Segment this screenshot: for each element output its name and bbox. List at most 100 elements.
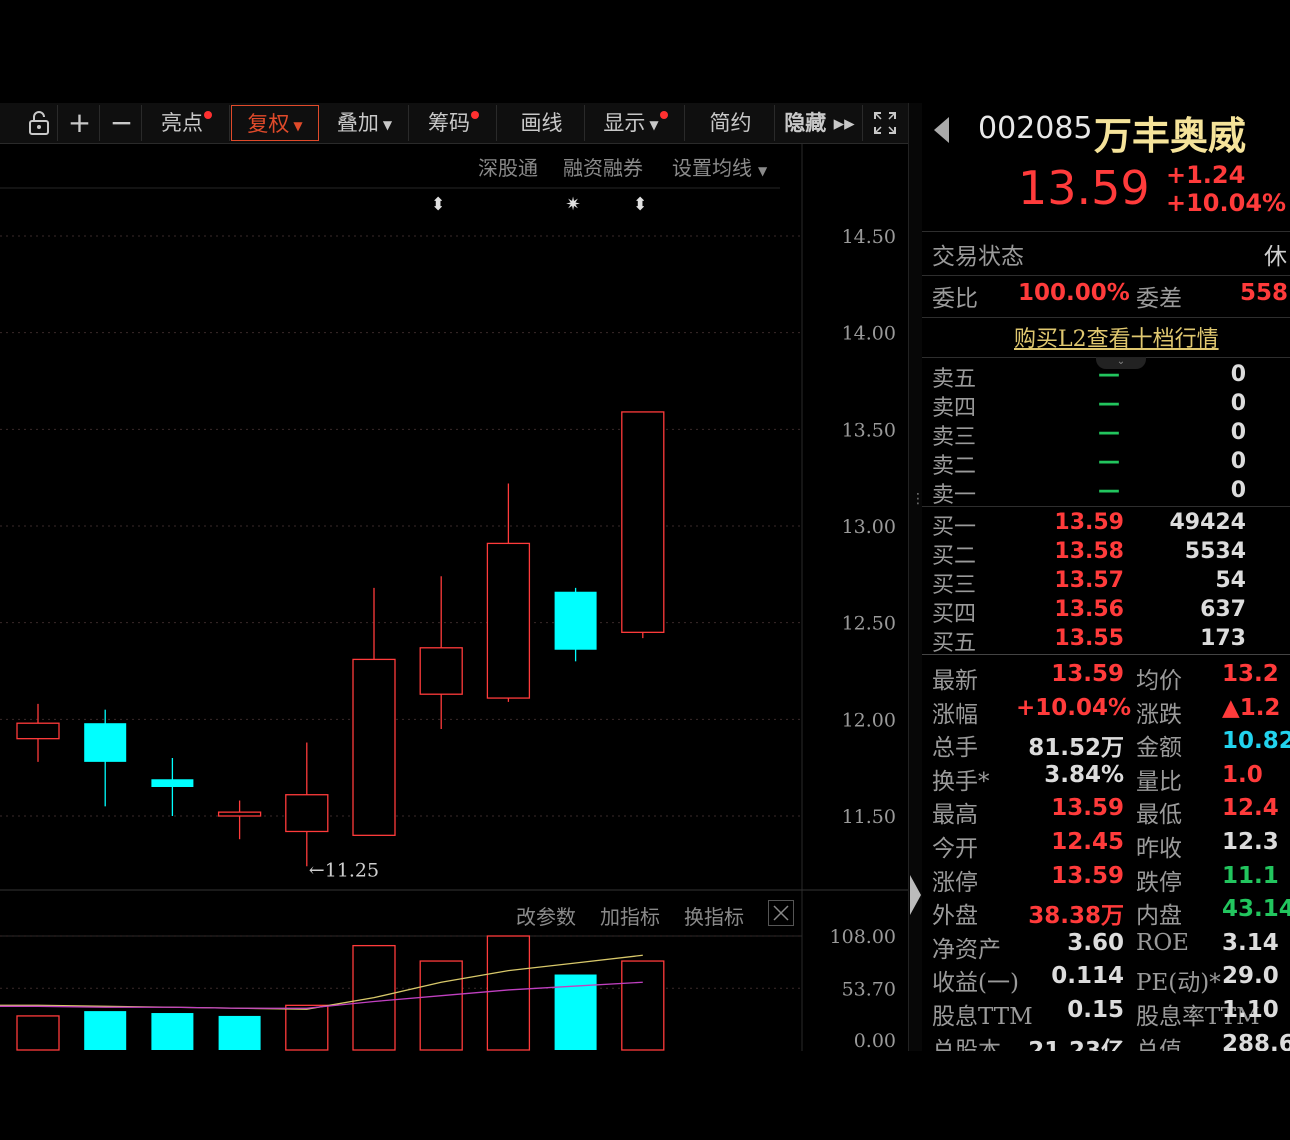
- level-volume: 0: [1230, 420, 1246, 445]
- divider: [922, 506, 1290, 507]
- volume-bar: [621, 960, 665, 1051]
- level-label: 卖一: [932, 483, 977, 508]
- min-price-label: ←11.25: [309, 859, 379, 881]
- level-label: 卖三: [932, 425, 977, 450]
- stat-label: ROE: [1136, 929, 1189, 956]
- stats-row: 股息TTM 0.15 股息率TTM 1.10: [922, 997, 1290, 1030]
- simple-mode-button[interactable]: 简约: [687, 105, 775, 141]
- stock-name: 万丰奥威: [1094, 114, 1247, 158]
- candle-body: [217, 811, 262, 817]
- chart-area: 深股通 融资融券 设置均线 ▼ 14.50 14.00 13.50 13.00 12.50…: [0, 144, 908, 1051]
- sell-level-row[interactable]: 卖三 — 0: [922, 419, 1290, 450]
- stat-value: 10.82: [1222, 728, 1290, 755]
- caret-down-icon: ▼: [649, 117, 659, 132]
- unlock-icon[interactable]: [20, 105, 58, 141]
- sell-level-row[interactable]: 卖四 — 0: [922, 390, 1290, 421]
- trade-status-label: 交易状态: [932, 244, 1024, 270]
- buy-level-row[interactable]: 买一 13.59 49424: [922, 509, 1290, 540]
- level-volume: 0: [1230, 449, 1246, 474]
- stat-value: 13.59: [1051, 661, 1124, 687]
- buy-l2-link[interactable]: 购买L2查看十档行情: [1014, 321, 1219, 353]
- overlay-button[interactable]: 叠加 ▼: [321, 105, 409, 141]
- buy-level-row[interactable]: 买五 13.55 173: [922, 625, 1290, 656]
- stats-row: 最新 13.59 均价 13.2: [922, 661, 1290, 694]
- stat-label: 总股本: [932, 1037, 1001, 1051]
- draw-line-label: 画线: [520, 111, 563, 135]
- stat-value: 13.2: [1222, 661, 1279, 687]
- zoom-out-button[interactable]: −: [102, 105, 142, 141]
- simple-mode-label: 简约: [709, 111, 752, 135]
- stat-value: 13.59: [1051, 795, 1124, 822]
- event-marker-icon: ✷: [565, 194, 580, 215]
- chips-button[interactable]: 筹码: [411, 105, 497, 141]
- sell-level-row[interactable]: 卖五 — 0: [922, 361, 1290, 392]
- order-diff-value: 558: [1240, 280, 1289, 306]
- stat-label: 最低: [1136, 802, 1182, 829]
- quote-panel: 002085 万丰奥威 13.59 +1.24 +10.04% 交易状态 休 委…: [922, 103, 1290, 1051]
- stat-label: 跌停: [1136, 869, 1182, 896]
- stat-value: 12.3: [1222, 829, 1279, 855]
- hide-button[interactable]: 隐藏 ▸▸: [777, 105, 863, 141]
- prev-stock-arrow-icon[interactable]: [934, 117, 949, 143]
- candle-body: [84, 723, 127, 762]
- level-price: —: [1098, 478, 1120, 503]
- add-indicator-link[interactable]: 加指标: [600, 901, 660, 930]
- stat-label: 量比: [1136, 768, 1182, 795]
- order-ratio-label: 委比: [932, 286, 978, 312]
- level-price: 13.56: [1054, 597, 1124, 622]
- buy-level-row[interactable]: 买三 13.57 54: [922, 567, 1290, 598]
- event-marker-icon: ⬍: [632, 194, 647, 215]
- buy-level-row[interactable]: 买二 13.58 5534: [922, 538, 1290, 569]
- draw-line-button[interactable]: 画线: [499, 105, 585, 141]
- display-button[interactable]: 显示 ▼: [587, 105, 685, 141]
- y-tick-label: 53.70: [842, 978, 896, 1000]
- stats-row: 换手* 3.84% 量比 1.0: [922, 762, 1290, 795]
- switch-indicator-link[interactable]: 换指标: [684, 901, 744, 930]
- candle-body: [16, 722, 60, 740]
- zoom-in-button[interactable]: +: [60, 105, 100, 141]
- y-tick-label: 12.50: [842, 613, 896, 635]
- stat-label: 最高: [932, 802, 978, 829]
- candle-body: [285, 794, 329, 833]
- stat-value: 288.6: [1222, 1030, 1290, 1051]
- level-volume: 0: [1230, 391, 1246, 416]
- y-tick-label: 13.00: [842, 516, 896, 538]
- expand-arrow-icon[interactable]: [910, 875, 921, 915]
- fullscreen-icon[interactable]: [865, 105, 905, 141]
- close-indicator-icon[interactable]: [768, 900, 794, 926]
- stat-value: 43.14: [1222, 896, 1290, 923]
- sell-level-row[interactable]: 卖二 — 0: [922, 448, 1290, 479]
- volume-bar: [84, 1011, 127, 1050]
- order-diff-label: 委差: [1136, 286, 1182, 312]
- stat-value: 3.60: [1067, 929, 1124, 956]
- divider: [922, 275, 1290, 276]
- edit-params-link[interactable]: 改参数: [516, 901, 576, 930]
- display-label: 显示: [603, 111, 646, 135]
- stats-row: 最高 13.59 最低 12.4: [922, 795, 1290, 828]
- adjust-rights-button[interactable]: 复权 ▼: [231, 105, 319, 141]
- candle-body: [486, 542, 531, 699]
- level-volume: 0: [1230, 362, 1246, 387]
- stat-value: 29.0: [1222, 963, 1279, 990]
- level-price: 13.55: [1054, 626, 1124, 651]
- event-marker-icon: ⬍: [430, 194, 445, 215]
- buy-level-row[interactable]: 买四 13.56 637: [922, 596, 1290, 627]
- stat-label: 总手: [932, 735, 978, 762]
- notification-dot-icon: [471, 111, 479, 119]
- candle-body: [419, 647, 463, 695]
- stats-row: 净资产 3.60 ROE 3.14: [922, 930, 1290, 963]
- highlights-button[interactable]: 亮点: [144, 105, 230, 141]
- stat-value: 3.14: [1222, 929, 1279, 956]
- caret-down-icon: ▼: [382, 117, 393, 132]
- divider: [922, 654, 1290, 655]
- volume-bar: [16, 1015, 60, 1051]
- order-ratio-value: 100.00%: [1018, 280, 1130, 306]
- stat-value: 13.59: [1051, 862, 1124, 889]
- level-label: 卖五: [932, 367, 977, 392]
- stats-row: 总股本 21.23亿 总值 288.6: [922, 1031, 1290, 1051]
- y-tick-label: 14.00: [842, 323, 896, 345]
- sell-level-row[interactable]: 卖一 — 0: [922, 477, 1290, 508]
- stat-label: 内盘: [1136, 903, 1182, 930]
- y-tick-label: 14.50: [842, 226, 896, 248]
- candle-body: [352, 658, 396, 836]
